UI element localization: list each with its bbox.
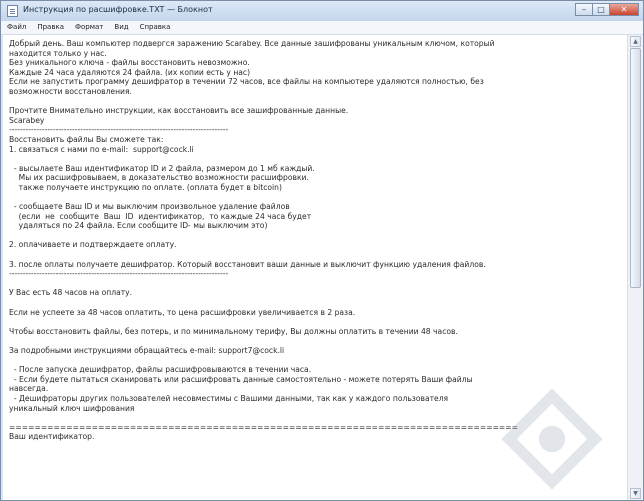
notepad-icon: [7, 5, 18, 17]
menu-edit[interactable]: Правка: [31, 21, 69, 34]
scroll-down-arrow-icon[interactable]: ▼: [630, 488, 641, 499]
scrollbar-thumb[interactable]: [630, 48, 641, 288]
document-text[interactable]: Добрый день. Ваш компьютер подвергся зар…: [3, 35, 627, 442]
vertical-scrollbar[interactable]: ▲ ▼: [627, 35, 643, 500]
title-bar[interactable]: Инструкция по расшифровке.TXT — Блокнот …: [1, 1, 643, 21]
menu-help[interactable]: Справка: [134, 21, 176, 34]
notepad-window: Инструкция по расшифровке.TXT — Блокнот …: [0, 0, 644, 501]
watermark-logo: [501, 388, 603, 490]
scroll-up-arrow-icon[interactable]: ▲: [630, 36, 641, 47]
menu-file[interactable]: Файл: [1, 21, 31, 34]
caption-buttons: – □ ✕: [575, 3, 639, 16]
menu-format[interactable]: Формат: [69, 21, 108, 34]
close-button[interactable]: ✕: [609, 3, 639, 16]
menu-bar: Файл Правка Формат Вид Справка: [1, 21, 643, 35]
minimize-button[interactable]: –: [575, 3, 593, 16]
maximize-button[interactable]: □: [592, 3, 610, 16]
menu-view[interactable]: Вид: [108, 21, 133, 34]
text-editor-area[interactable]: Добрый день. Ваш компьютер подвергся зар…: [3, 35, 627, 500]
window-title: Инструкция по расшифровке.TXT — Блокнот: [23, 5, 213, 14]
